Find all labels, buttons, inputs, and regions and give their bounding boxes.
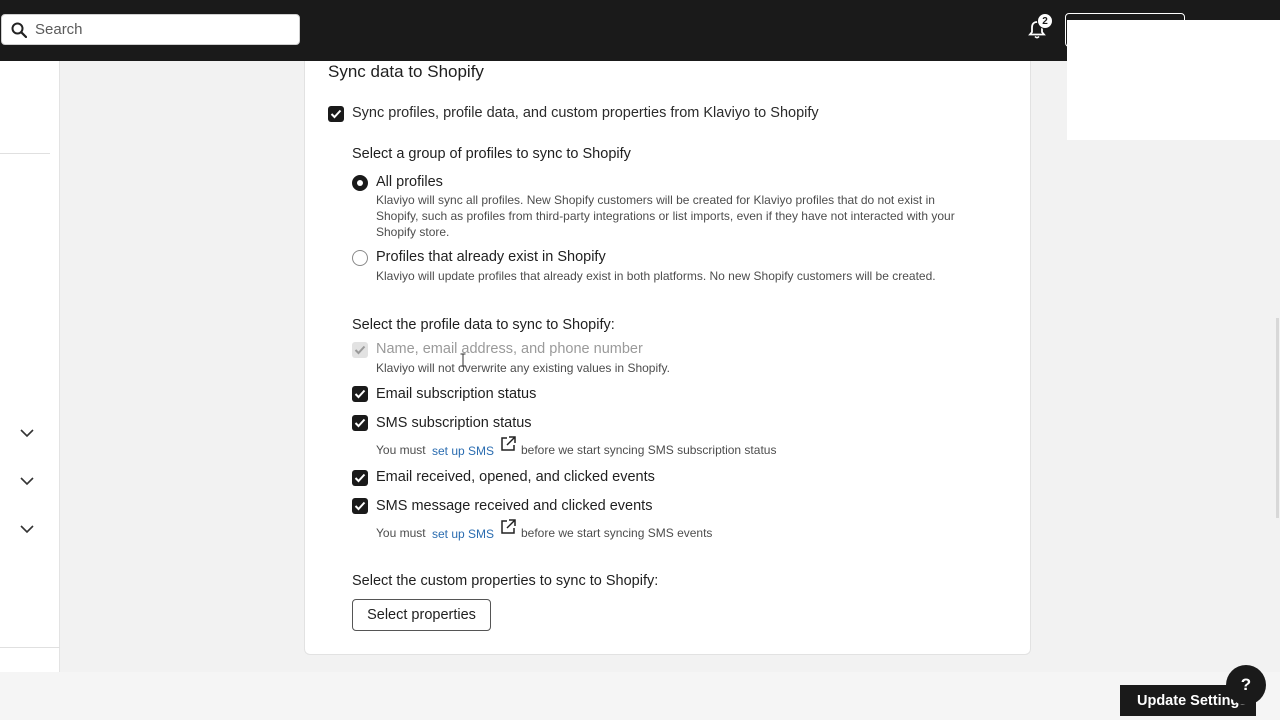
name-email-label: Name, email address, and phone number [376, 341, 643, 357]
radio-all-profiles-desc: Klaviyo will sync all profiles. New Shop… [376, 193, 935, 207]
radio-all-profiles-label: All profiles [376, 174, 443, 190]
email-events-checkbox[interactable] [352, 470, 368, 486]
help-button[interactable]: ? [1226, 665, 1266, 705]
search-box[interactable] [1, 14, 300, 45]
search-icon [11, 22, 27, 38]
radio-all-profiles-desc: Shopify store. [376, 225, 450, 239]
email-subscription-label: Email subscription status [376, 386, 537, 402]
card-title: Sync data to Shopify [328, 62, 484, 81]
chevron-down-icon[interactable] [19, 476, 35, 486]
radio-existing-profiles-desc: Klaviyo will update profiles that alread… [376, 269, 936, 283]
search-input[interactable] [35, 21, 275, 38]
sidebar-divider [0, 647, 60, 648]
sms-events-checkbox[interactable] [352, 498, 368, 514]
custom-properties-heading: Select the custom properties to sync to … [352, 573, 659, 589]
chevron-down-icon[interactable] [19, 428, 35, 438]
sidebar-divider [0, 153, 50, 154]
sms-events-label: SMS message received and clicked events [376, 498, 653, 514]
group-heading: Select a group of profiles to sync to Sh… [352, 146, 631, 162]
sync-profiles-label: Sync profiles, profile data, and custom … [352, 105, 819, 121]
set-up-sms-link[interactable]: set up SMS [432, 443, 494, 459]
radio-all-profiles[interactable] [352, 175, 368, 191]
notification-badge: 2 [1037, 13, 1053, 29]
radio-existing-profiles[interactable] [352, 250, 368, 266]
sms-subscription-checkbox[interactable] [352, 415, 368, 431]
external-link-icon[interactable] [499, 435, 517, 453]
radio-all-profiles-desc: Shopify, such as profiles from third-par… [376, 209, 955, 223]
scrollbar[interactable] [1276, 318, 1279, 518]
sms-subscription-note-suffix: before we start syncing SMS subscription… [521, 443, 777, 457]
set-up-sms-link[interactable]: set up SMS [432, 526, 494, 542]
radio-existing-profiles-label: Profiles that already exist in Shopify [376, 249, 606, 265]
bottom-action-bar [0, 672, 1280, 720]
sms-subscription-note: You must [376, 443, 426, 457]
email-subscription-checkbox[interactable] [352, 386, 368, 402]
sms-events-note-suffix: before we start syncing SMS events [521, 526, 713, 540]
email-events-label: Email received, opened, and clicked even… [376, 469, 655, 485]
chevron-down-icon[interactable] [19, 524, 35, 534]
profile-data-heading: Select the profile data to sync to Shopi… [352, 317, 615, 333]
name-email-checkbox [352, 342, 368, 358]
select-properties-button[interactable]: Select properties [352, 599, 491, 631]
sync-profiles-checkbox[interactable] [328, 106, 344, 122]
account-dropdown-panel [1067, 20, 1280, 140]
text-cursor-icon [460, 353, 466, 367]
sms-subscription-label: SMS subscription status [376, 415, 532, 431]
name-email-desc: Klaviyo will not overwrite any existing … [376, 361, 670, 375]
sms-events-note: You must [376, 526, 426, 540]
external-link-icon[interactable] [499, 518, 517, 536]
